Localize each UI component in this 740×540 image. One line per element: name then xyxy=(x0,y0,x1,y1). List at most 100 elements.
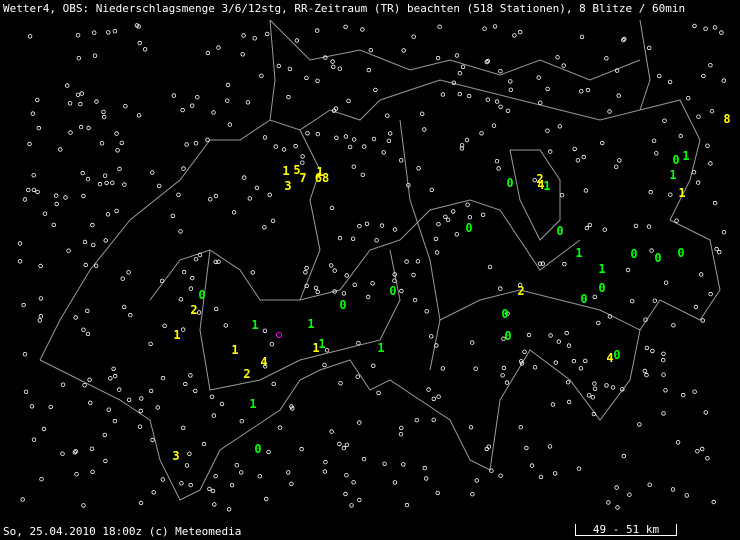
station-marker xyxy=(373,87,378,93)
station-marker xyxy=(226,507,232,512)
station-marker xyxy=(38,314,44,319)
station-marker xyxy=(60,382,66,387)
station-marker xyxy=(602,227,607,232)
station-marker xyxy=(117,166,122,172)
station-marker xyxy=(709,108,715,114)
map-title: Wetter4, OBS: Niederschlagsmenge 3/6/12s… xyxy=(3,2,686,15)
station-marker xyxy=(668,192,673,197)
station-marker xyxy=(404,502,410,508)
station-marker xyxy=(708,291,713,297)
station-marker xyxy=(590,395,595,400)
station-marker xyxy=(616,93,621,98)
station-marker xyxy=(213,474,218,479)
station-marker xyxy=(350,236,356,241)
precip-value: 4 xyxy=(260,355,267,369)
station-marker xyxy=(123,103,128,109)
canton-border xyxy=(509,149,561,241)
precip-value: 1 xyxy=(669,168,676,182)
station-marker xyxy=(498,68,503,74)
station-marker xyxy=(17,259,23,264)
station-marker xyxy=(374,238,379,243)
station-marker xyxy=(646,224,652,229)
station-marker xyxy=(566,399,572,405)
station-marker xyxy=(498,104,503,109)
station-marker xyxy=(522,349,527,354)
station-marker xyxy=(205,50,211,56)
precip-value: 1 xyxy=(251,318,258,332)
station-marker xyxy=(401,462,406,467)
station-marker xyxy=(150,170,155,175)
station-marker xyxy=(617,158,622,163)
station-marker xyxy=(349,503,354,508)
station-marker xyxy=(287,66,293,72)
canton-border xyxy=(639,19,651,111)
station-marker xyxy=(399,158,404,163)
station-marker xyxy=(343,134,349,139)
canton-border xyxy=(439,289,641,331)
station-marker xyxy=(491,123,497,128)
station-marker xyxy=(102,432,107,438)
station-marker xyxy=(180,107,185,113)
station-marker xyxy=(281,147,287,152)
station-marker xyxy=(337,441,342,447)
station-marker xyxy=(85,331,91,337)
station-marker xyxy=(587,222,593,228)
station-marker xyxy=(225,82,231,88)
station-marker xyxy=(661,351,666,356)
station-marker xyxy=(324,348,330,353)
station-marker xyxy=(176,192,181,197)
station-marker xyxy=(341,445,347,451)
station-marker xyxy=(181,166,186,171)
station-marker xyxy=(250,270,255,275)
station-marker xyxy=(357,420,362,425)
station-marker xyxy=(150,437,155,443)
station-marker xyxy=(579,34,585,40)
station-marker xyxy=(366,294,371,300)
station-marker xyxy=(159,278,165,284)
station-marker xyxy=(322,362,327,368)
station-marker xyxy=(183,381,188,387)
observation-labels: 1 537 168 24812114212430 110 10 0110 0 00 001 11 10… xyxy=(172,112,730,463)
station-marker xyxy=(346,98,351,104)
precip-value: 0 xyxy=(198,288,205,302)
station-marker xyxy=(210,488,216,494)
station-marker xyxy=(29,404,35,409)
station-marker xyxy=(115,148,120,153)
station-marker xyxy=(138,500,144,506)
station-marker xyxy=(178,297,184,302)
station-marker xyxy=(119,140,124,146)
station-marker xyxy=(440,92,446,97)
station-marker xyxy=(662,118,667,123)
station-marker xyxy=(370,281,375,286)
station-marker xyxy=(661,411,666,416)
station-marker xyxy=(436,394,441,399)
station-marker xyxy=(571,358,577,364)
station-marker xyxy=(480,212,486,217)
station-marker xyxy=(717,249,722,255)
station-marker xyxy=(343,24,348,29)
precip-value: 1 xyxy=(173,328,180,342)
station-marker xyxy=(142,47,148,52)
station-marker xyxy=(524,445,529,451)
country-border xyxy=(39,79,721,501)
station-marker xyxy=(38,263,43,269)
station-marker xyxy=(426,387,431,392)
station-marker xyxy=(80,170,85,176)
precip-value: 2 xyxy=(517,284,524,298)
station-marker xyxy=(257,474,262,479)
station-marker xyxy=(464,137,470,143)
station-marker xyxy=(630,299,635,304)
station-marker xyxy=(30,111,36,116)
precip-value: 0 xyxy=(654,251,661,265)
station-marker xyxy=(262,328,268,333)
station-marker xyxy=(106,407,111,412)
station-marker xyxy=(708,62,713,68)
station-marker xyxy=(188,482,193,488)
station-marker xyxy=(112,29,118,34)
station-marker xyxy=(180,425,186,430)
station-marker xyxy=(498,473,503,478)
station-marker xyxy=(114,208,119,214)
station-marker xyxy=(219,401,225,407)
station-marker xyxy=(654,151,659,156)
station-marker xyxy=(114,131,119,136)
